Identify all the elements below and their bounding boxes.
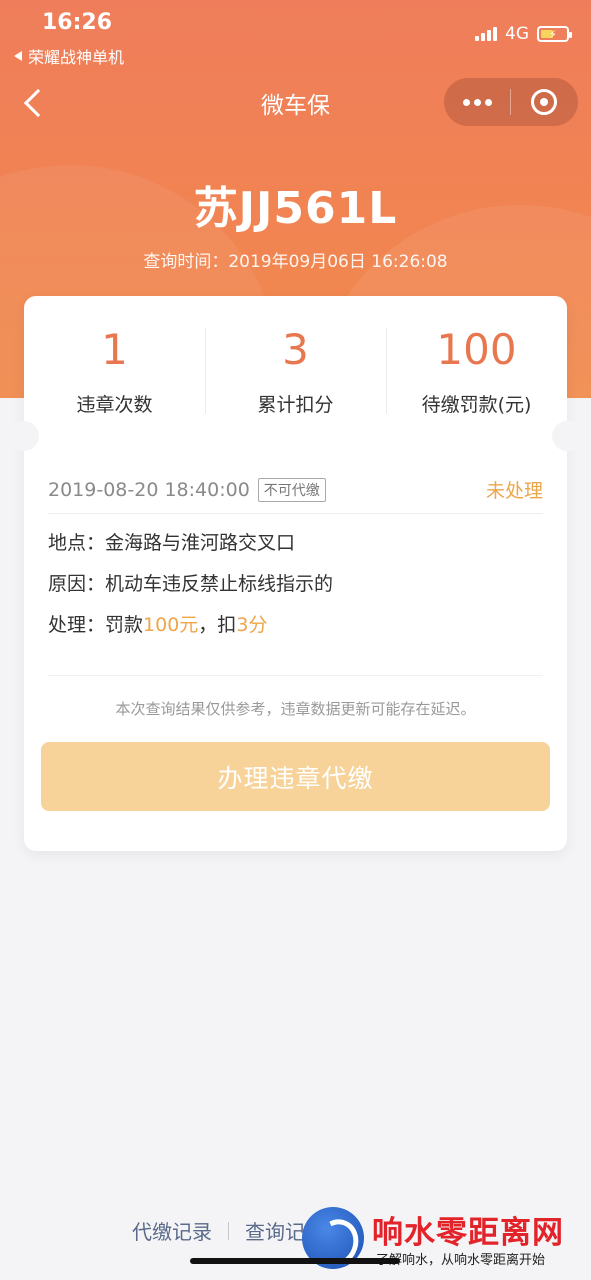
query-time: 查询时间：2019年09月06日 16:26:08: [143, 252, 448, 272]
card-notch: [9, 421, 39, 451]
handle-mid: ，扣: [198, 614, 237, 636]
status-badge: 不可代缴: [257, 477, 326, 502]
card-notch: [552, 421, 582, 451]
record-status: 未处理: [485, 480, 543, 502]
license-plate: 苏JJ561L: [193, 183, 398, 234]
stat-label: 待缴罚款(元): [421, 394, 532, 416]
battery-charging-icon: ⚡: [537, 26, 572, 42]
network-type: 4G: [505, 24, 529, 44]
watermark-title: 响水零距离网: [372, 1215, 564, 1251]
stat-points: 3 累计扣分: [205, 324, 386, 419]
miniprogram-capsule: [444, 78, 578, 126]
payment-records-link[interactable]: 代缴记录: [132, 1216, 212, 1245]
location-label: 地点：: [48, 532, 106, 554]
divider: [48, 675, 543, 676]
reason-value: 机动车违反禁止标线指示的: [105, 573, 334, 595]
penalty-points: 3分: [236, 614, 268, 636]
back-to-app-link[interactable]: 荣耀战神单机: [14, 44, 124, 68]
stat-value: 3: [282, 325, 309, 374]
watermark-subtitle: 了解响水，从响水零距离开始: [376, 1253, 546, 1268]
reason-row: 原因：机动车违反禁止标线指示的: [48, 570, 333, 611]
violation-card: 1 违章次数 3 累计扣分 100 待缴罚款(元) 2019-08-20 18:…: [9, 296, 582, 851]
handle-row: 处理：罚款100元，扣3分: [48, 611, 333, 652]
record-details: 地点：金海路与淮河路交叉口 原因：机动车违反禁止标线指示的 处理：罚款100元，…: [48, 529, 333, 652]
stat-violation-count: 1 违章次数: [24, 324, 205, 419]
stat-value: 100: [436, 325, 517, 374]
watermark: 响水零距离网 了解响水，从响水零距离开始: [300, 1205, 591, 1280]
status-time: 16:26: [42, 10, 113, 35]
record-header: 2019-08-20 18:40:00 不可代缴 未处理: [48, 476, 543, 514]
stats-row: 1 违章次数 3 累计扣分 100 待缴罚款(元): [24, 324, 567, 419]
stat-value: 1: [101, 325, 128, 374]
location-value: 金海路与淮河路交叉口: [105, 532, 296, 554]
fine-amount: 100元: [143, 614, 199, 636]
reason-label: 原因：: [48, 573, 106, 595]
close-button[interactable]: [511, 89, 577, 115]
handle-label: 处理：: [48, 614, 106, 636]
stat-label: 累计扣分: [257, 394, 334, 416]
more-dots-icon[interactable]: [444, 98, 510, 106]
home-indicator[interactable]: [190, 1258, 400, 1264]
record-time: 2019-08-20 18:40:00: [48, 478, 250, 501]
disclaimer-text: 本次查询结果仅供参考，违章数据更新可能存在延迟。: [115, 700, 476, 718]
stat-label: 违章次数: [76, 394, 153, 416]
handle-prefix: 罚款: [105, 614, 144, 636]
back-triangle-icon: [14, 51, 22, 61]
link-divider: [228, 1221, 229, 1240]
bottom-links: 代缴记录 查询记录: [132, 1216, 325, 1245]
location-row: 地点：金海路与淮河路交叉口: [48, 529, 333, 570]
back-app-label: 荣耀战神单机: [28, 48, 125, 67]
pay-violation-button[interactable]: 办理违章代缴: [41, 742, 550, 811]
status-indicators: 4G ⚡: [475, 24, 572, 44]
signal-icon: [475, 27, 497, 41]
target-close-icon: [531, 89, 557, 115]
stat-fine: 100 待缴罚款(元): [386, 324, 567, 419]
